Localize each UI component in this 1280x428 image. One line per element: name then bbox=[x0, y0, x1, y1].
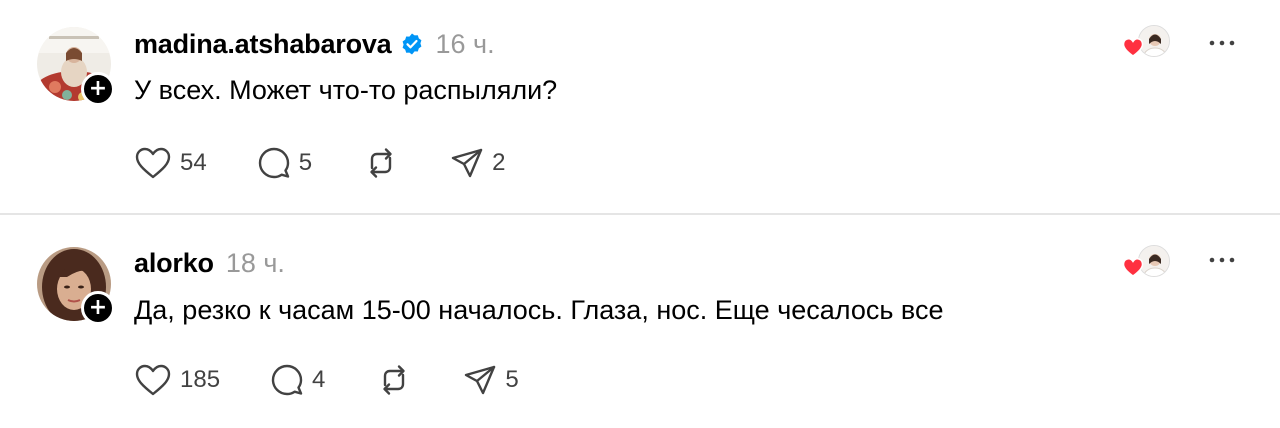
liked-by-indicator[interactable] bbox=[1122, 25, 1172, 59]
share-count: 5 bbox=[505, 366, 519, 393]
username[interactable]: alorko bbox=[134, 248, 214, 279]
more-dots-icon bbox=[1206, 40, 1238, 57]
repost-arrows-icon bbox=[377, 363, 411, 397]
speech-bubble-icon bbox=[270, 363, 304, 397]
post-text: У всех. Может что-то распыляли? bbox=[134, 75, 558, 105]
paper-plane-icon bbox=[463, 363, 497, 397]
share-button[interactable]: 5 bbox=[463, 363, 519, 397]
post-text: Да, резко к часам 15-00 началось. Глаза,… bbox=[134, 295, 944, 325]
reply-button[interactable]: 5 bbox=[257, 146, 312, 180]
like-count: 185 bbox=[180, 366, 221, 393]
red-heart-icon bbox=[1122, 37, 1144, 62]
timestamp[interactable]: 16 ч. bbox=[436, 29, 495, 60]
red-heart-icon bbox=[1122, 257, 1144, 282]
verified-badge-icon bbox=[400, 32, 424, 56]
speech-bubble-icon bbox=[257, 146, 291, 180]
repost-button[interactable] bbox=[377, 363, 411, 397]
more-options-button[interactable] bbox=[1206, 33, 1238, 53]
more-options-button[interactable] bbox=[1206, 250, 1238, 270]
more-dots-icon bbox=[1206, 257, 1238, 274]
like-button[interactable]: 54 bbox=[134, 146, 207, 180]
follow-button[interactable]: + bbox=[81, 72, 115, 106]
paper-plane-icon bbox=[450, 146, 484, 180]
share-count: 2 bbox=[492, 149, 506, 176]
follow-button[interactable]: + bbox=[81, 291, 115, 325]
action-bar: 54 5 2 bbox=[134, 143, 505, 183]
repost-button[interactable] bbox=[364, 146, 398, 180]
liked-by-indicator[interactable] bbox=[1122, 245, 1172, 279]
post-header: madina.atshabarova 16 ч. bbox=[134, 26, 495, 62]
thread-post: + madina.atshabarova 16 ч. У всех. Может… bbox=[0, 0, 1280, 213]
reply-count: 4 bbox=[312, 366, 326, 393]
like-count: 54 bbox=[180, 149, 207, 176]
username[interactable]: madina.atshabarova bbox=[134, 29, 392, 60]
like-button[interactable]: 185 bbox=[134, 363, 220, 397]
heart-outline-icon bbox=[134, 363, 172, 397]
share-button[interactable]: 2 bbox=[450, 146, 505, 180]
heart-outline-icon bbox=[134, 146, 172, 180]
reply-count: 5 bbox=[298, 149, 313, 176]
post-header: alorko 18 ч. bbox=[134, 245, 285, 281]
timestamp[interactable]: 18 ч. bbox=[226, 248, 285, 279]
action-bar: 185 4 5 bbox=[134, 360, 519, 400]
repost-arrows-icon bbox=[364, 146, 398, 180]
reply-button[interactable]: 4 bbox=[270, 363, 325, 397]
thread-post: + alorko 18 ч. Да, резко к часам 15-00 н… bbox=[0, 215, 1280, 428]
